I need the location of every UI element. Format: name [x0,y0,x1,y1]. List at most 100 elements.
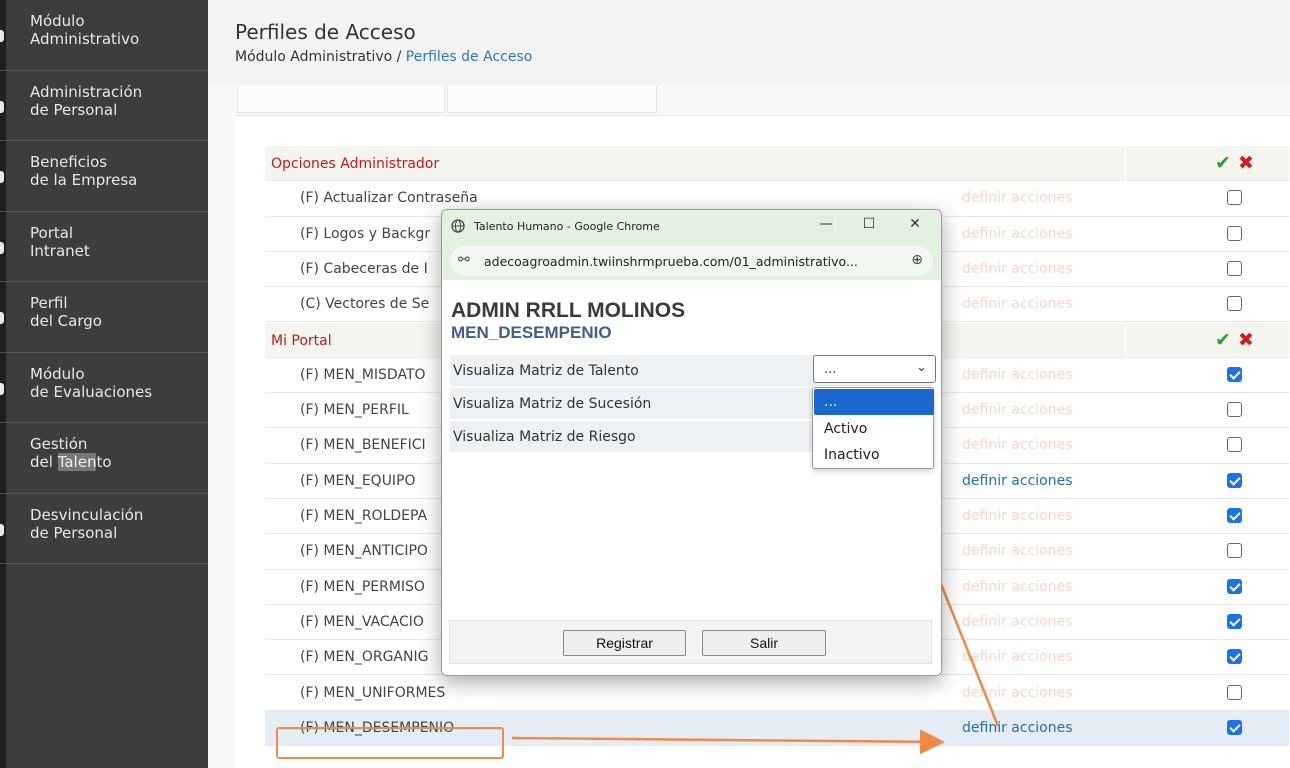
popup-titlebar[interactable]: Talento Humano - Google Chrome — ☐ ✕ [442,210,941,244]
permission-name: (F) MEN_BENEFICI [300,437,426,454]
site-info-icon[interactable]: ⚯ [458,252,470,268]
define-actions-link[interactable]: definir acciones [962,614,1073,630]
permission-checkbox[interactable] [1227,578,1242,594]
select-value: ... [824,362,837,377]
sidebar-item-evaluaciones[interactable]: Módulo de Evaluaciones [0,353,208,423]
chevron-down-icon: ⌄ [916,360,927,375]
permission-checkbox[interactable] [1227,402,1242,418]
popup-heading: ADMIN RRLL MOLINOS [451,299,686,322]
sidebar-item-portal-intranet[interactable]: Portal Intranet [0,212,208,282]
define-actions-link[interactable]: definir acciones [962,296,1073,312]
dropdown-option-activo[interactable]: Activo [814,416,934,442]
permission-checkbox[interactable] [1227,613,1242,629]
sidebar-item-label: Administración [30,82,143,101]
sidebar-item-modulo-administrativo[interactable]: Módulo Administrativo [0,0,208,71]
permission-checkbox[interactable] [1227,296,1242,312]
sidebar-item-administracion-personal[interactable]: Administración de Personal [0,71,208,141]
define-actions-link[interactable]: definir acciones [962,649,1073,665]
group-title: Mi Portal [271,332,332,349]
popup-body: ADMIN RRLL MOLINOS MEN_DESEMPENIO Visual… [442,280,941,675]
define-actions-link[interactable]: definir acciones [962,402,1073,418]
annotation-highlight-box [276,727,504,759]
column-divider [1125,322,1126,358]
popup-address-bar: ⚯ adecoagroadmin.twiinshrmprueba.com/01_… [442,244,941,280]
sidebar-item-label: Módulo [30,364,85,383]
define-actions-link[interactable]: definir acciones [962,579,1073,595]
exit-button[interactable]: Salir [702,630,826,656]
table-row: (F) MEN_UNIFORMES definir acciones [265,676,1289,711]
uncheck-all-icon[interactable]: ✖ [1238,152,1254,174]
group-header-row: Opciones Administrador ✔ ✖ [265,146,1289,182]
define-actions-link[interactable]: definir acciones [962,543,1073,559]
sidebar-item-label: Perfil [30,294,68,312]
check-all-icon[interactable]: ✔ [1215,152,1231,174]
zoom-icon[interactable]: ⊕ [911,252,923,268]
permission-checkbox[interactable] [1227,684,1242,700]
maximize-icon[interactable]: ☐ [858,216,880,236]
dropdown-option-inactivo[interactable]: Inactivo [814,442,934,468]
sidebar-item-label: Desvinculación [30,505,144,524]
breadcrumb-current[interactable]: Perfiles de Acceso [406,49,533,65]
register-button[interactable]: Registrar [563,630,686,656]
permission-checkbox[interactable] [1227,508,1242,523]
sidebar-item-label: Gestión [30,435,88,453]
url-field[interactable]: ⚯ adecoagroadmin.twiinshrmprueba.com/01_… [450,246,933,276]
sidebar-item-sublabel: de la Empresa [30,171,138,189]
sidebar-item-sublabel: del Cargo [30,312,102,330]
permission-name: (F) Actualizar Contraseña [300,190,478,207]
sidebar-marker-icon [0,100,4,113]
permission-name: (F) MEN_EQUIPO [300,472,416,489]
permission-name: (F) MEN_VACACIO [300,613,424,630]
permission-checkbox[interactable] [1227,543,1242,559]
define-actions-link[interactable]: definir acciones [962,190,1073,206]
permission-name: (F) MEN_UNIFORMES [300,684,446,701]
sidebar-item-beneficios[interactable]: Beneficios de la Empresa [0,141,208,212]
define-actions-link[interactable]: definir acciones [962,437,1073,453]
sidebar-item-gestion-talento[interactable]: Gestión del Talento [0,423,208,494]
permission-name: (F) MEN_ORGANIG [300,649,429,666]
search-highlight: Talen [57,453,97,471]
sidebar-marker-icon [0,171,4,183]
tab-strip [235,85,1290,115]
sidebar-marker-icon [0,241,4,254]
tab-1[interactable] [237,85,445,113]
tab-2[interactable] [447,85,657,113]
url-text: adecoagroadmin.twiinshrmprueba.com/01_ad… [484,254,858,269]
select-dropdown-list: ... Activo Inactivo [812,387,934,469]
sidebar-text-part: to [96,453,112,471]
option-label: Visualiza Matriz de Sucesión [453,396,652,412]
permission-name: (F) MEN_ROLDEPA [300,508,428,524]
breadcrumb: Módulo Administrativo / Perfiles de Acce… [235,49,532,65]
permission-name: (F) Logos y Backgr [300,225,431,242]
define-actions-link[interactable]: definir acciones [962,685,1073,701]
uncheck-all-icon[interactable]: ✖ [1238,329,1254,351]
popup-button-bar: Registrar Salir [449,620,932,664]
define-actions-link[interactable]: definir acciones [962,508,1073,524]
minimize-icon[interactable]: — [815,216,837,236]
permission-checkbox[interactable] [1227,649,1242,665]
define-actions-link[interactable]: definir acciones [962,367,1073,383]
permission-checkbox[interactable] [1227,366,1242,382]
define-actions-link[interactable]: definir acciones [962,226,1073,242]
talent-matrix-select[interactable]: ... ⌄ [813,355,936,383]
permission-checkbox[interactable] [1227,190,1242,206]
close-icon[interactable]: ✕ [904,216,926,236]
define-actions-link[interactable]: definir acciones [962,473,1073,489]
permission-checkbox[interactable] [1227,719,1242,735]
define-actions-link[interactable]: definir acciones [962,720,1073,736]
permission-checkbox[interactable] [1227,472,1242,488]
sidebar-item-perfil-cargo[interactable]: Perfil del Cargo [0,282,208,353]
sidebar-item-desvinculacion[interactable]: Desvinculación de Personal [0,494,208,564]
permission-checkbox[interactable] [1227,437,1242,453]
sidebar-item-sublabel: Administrativo [30,30,140,48]
dropdown-option-empty[interactable]: ... [814,389,934,415]
sidebar-marker-icon [0,523,4,536]
permission-checkbox[interactable] [1227,260,1242,276]
breadcrumb-root[interactable]: Módulo Administrativo / [235,49,406,65]
check-all-icon[interactable]: ✔ [1215,329,1231,351]
define-actions-link[interactable]: definir acciones [962,261,1073,277]
sidebar-item-sublabel: de Personal [30,523,118,542]
group-title: Opciones Administrador [271,156,440,172]
permission-name: (F) MEN_PERFIL [300,402,409,419]
permission-checkbox[interactable] [1227,225,1242,241]
